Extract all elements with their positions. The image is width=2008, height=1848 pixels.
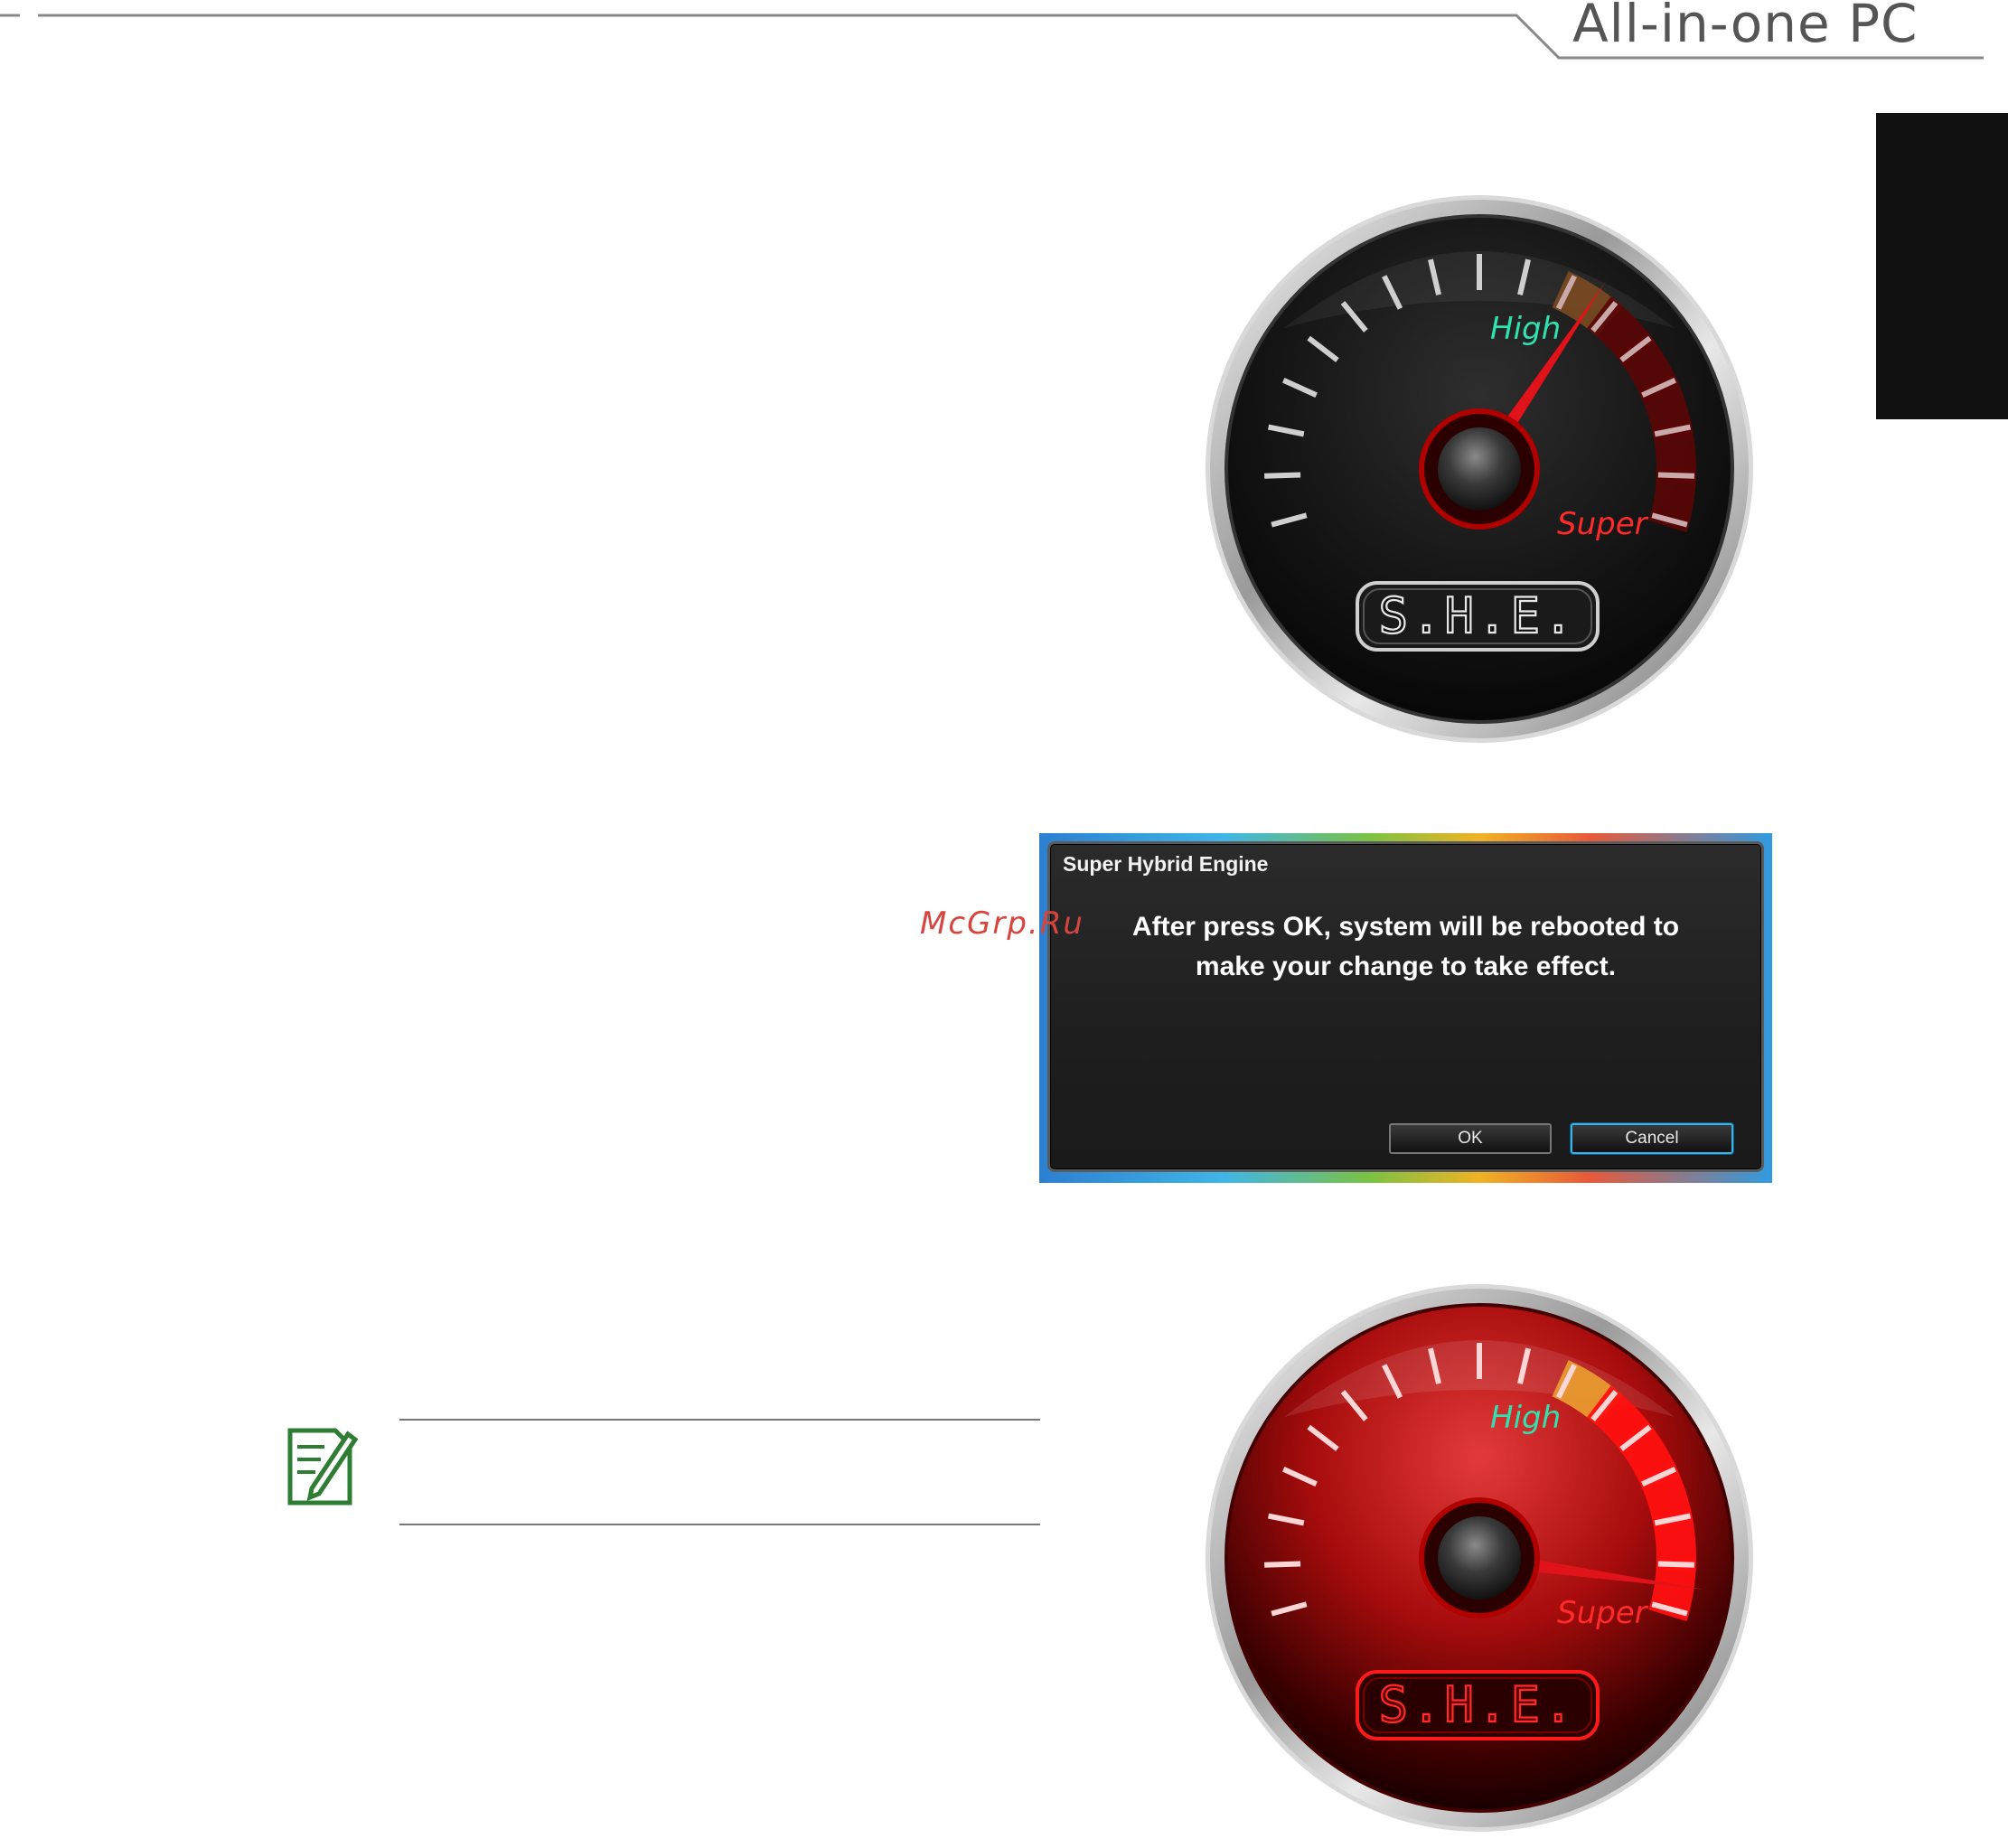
she-badge: S.H.E. bbox=[1378, 587, 1576, 644]
high-label: High bbox=[1490, 311, 1561, 347]
super-label: Super bbox=[1557, 506, 1649, 542]
dialog-title: Super Hybrid Engine bbox=[1063, 852, 1269, 876]
note-rule-bottom bbox=[399, 1524, 1040, 1525]
chapter-tab bbox=[1876, 113, 2008, 419]
she-gauge-super[interactable]: High Super S.H.E. bbox=[1203, 1281, 1756, 1834]
confirm-dialog: Super Hybrid Engine After press OK, syst… bbox=[1047, 841, 1764, 1172]
page-header-title: All-in-one PC bbox=[1572, 0, 1919, 54]
she-gauge-high[interactable]: High Super S.H.E. bbox=[1203, 192, 1756, 746]
watermark: McGrp.Ru bbox=[920, 905, 1084, 942]
note-icon bbox=[287, 1428, 359, 1506]
high-label: High bbox=[1490, 1400, 1561, 1436]
note-rule-top bbox=[399, 1419, 1040, 1421]
ok-button[interactable]: OK bbox=[1389, 1123, 1552, 1154]
gauge-hub bbox=[1438, 1516, 1521, 1599]
desktop-background: Super Hybrid Engine After press OK, syst… bbox=[1039, 833, 1772, 1183]
super-label: Super bbox=[1557, 1595, 1649, 1631]
gauge-hub bbox=[1438, 427, 1521, 511]
she-badge: S.H.E. bbox=[1378, 1676, 1576, 1733]
dialog-message: After press OK, system will be rebooted … bbox=[1131, 912, 1680, 981]
cancel-button[interactable]: Cancel bbox=[1571, 1123, 1733, 1154]
